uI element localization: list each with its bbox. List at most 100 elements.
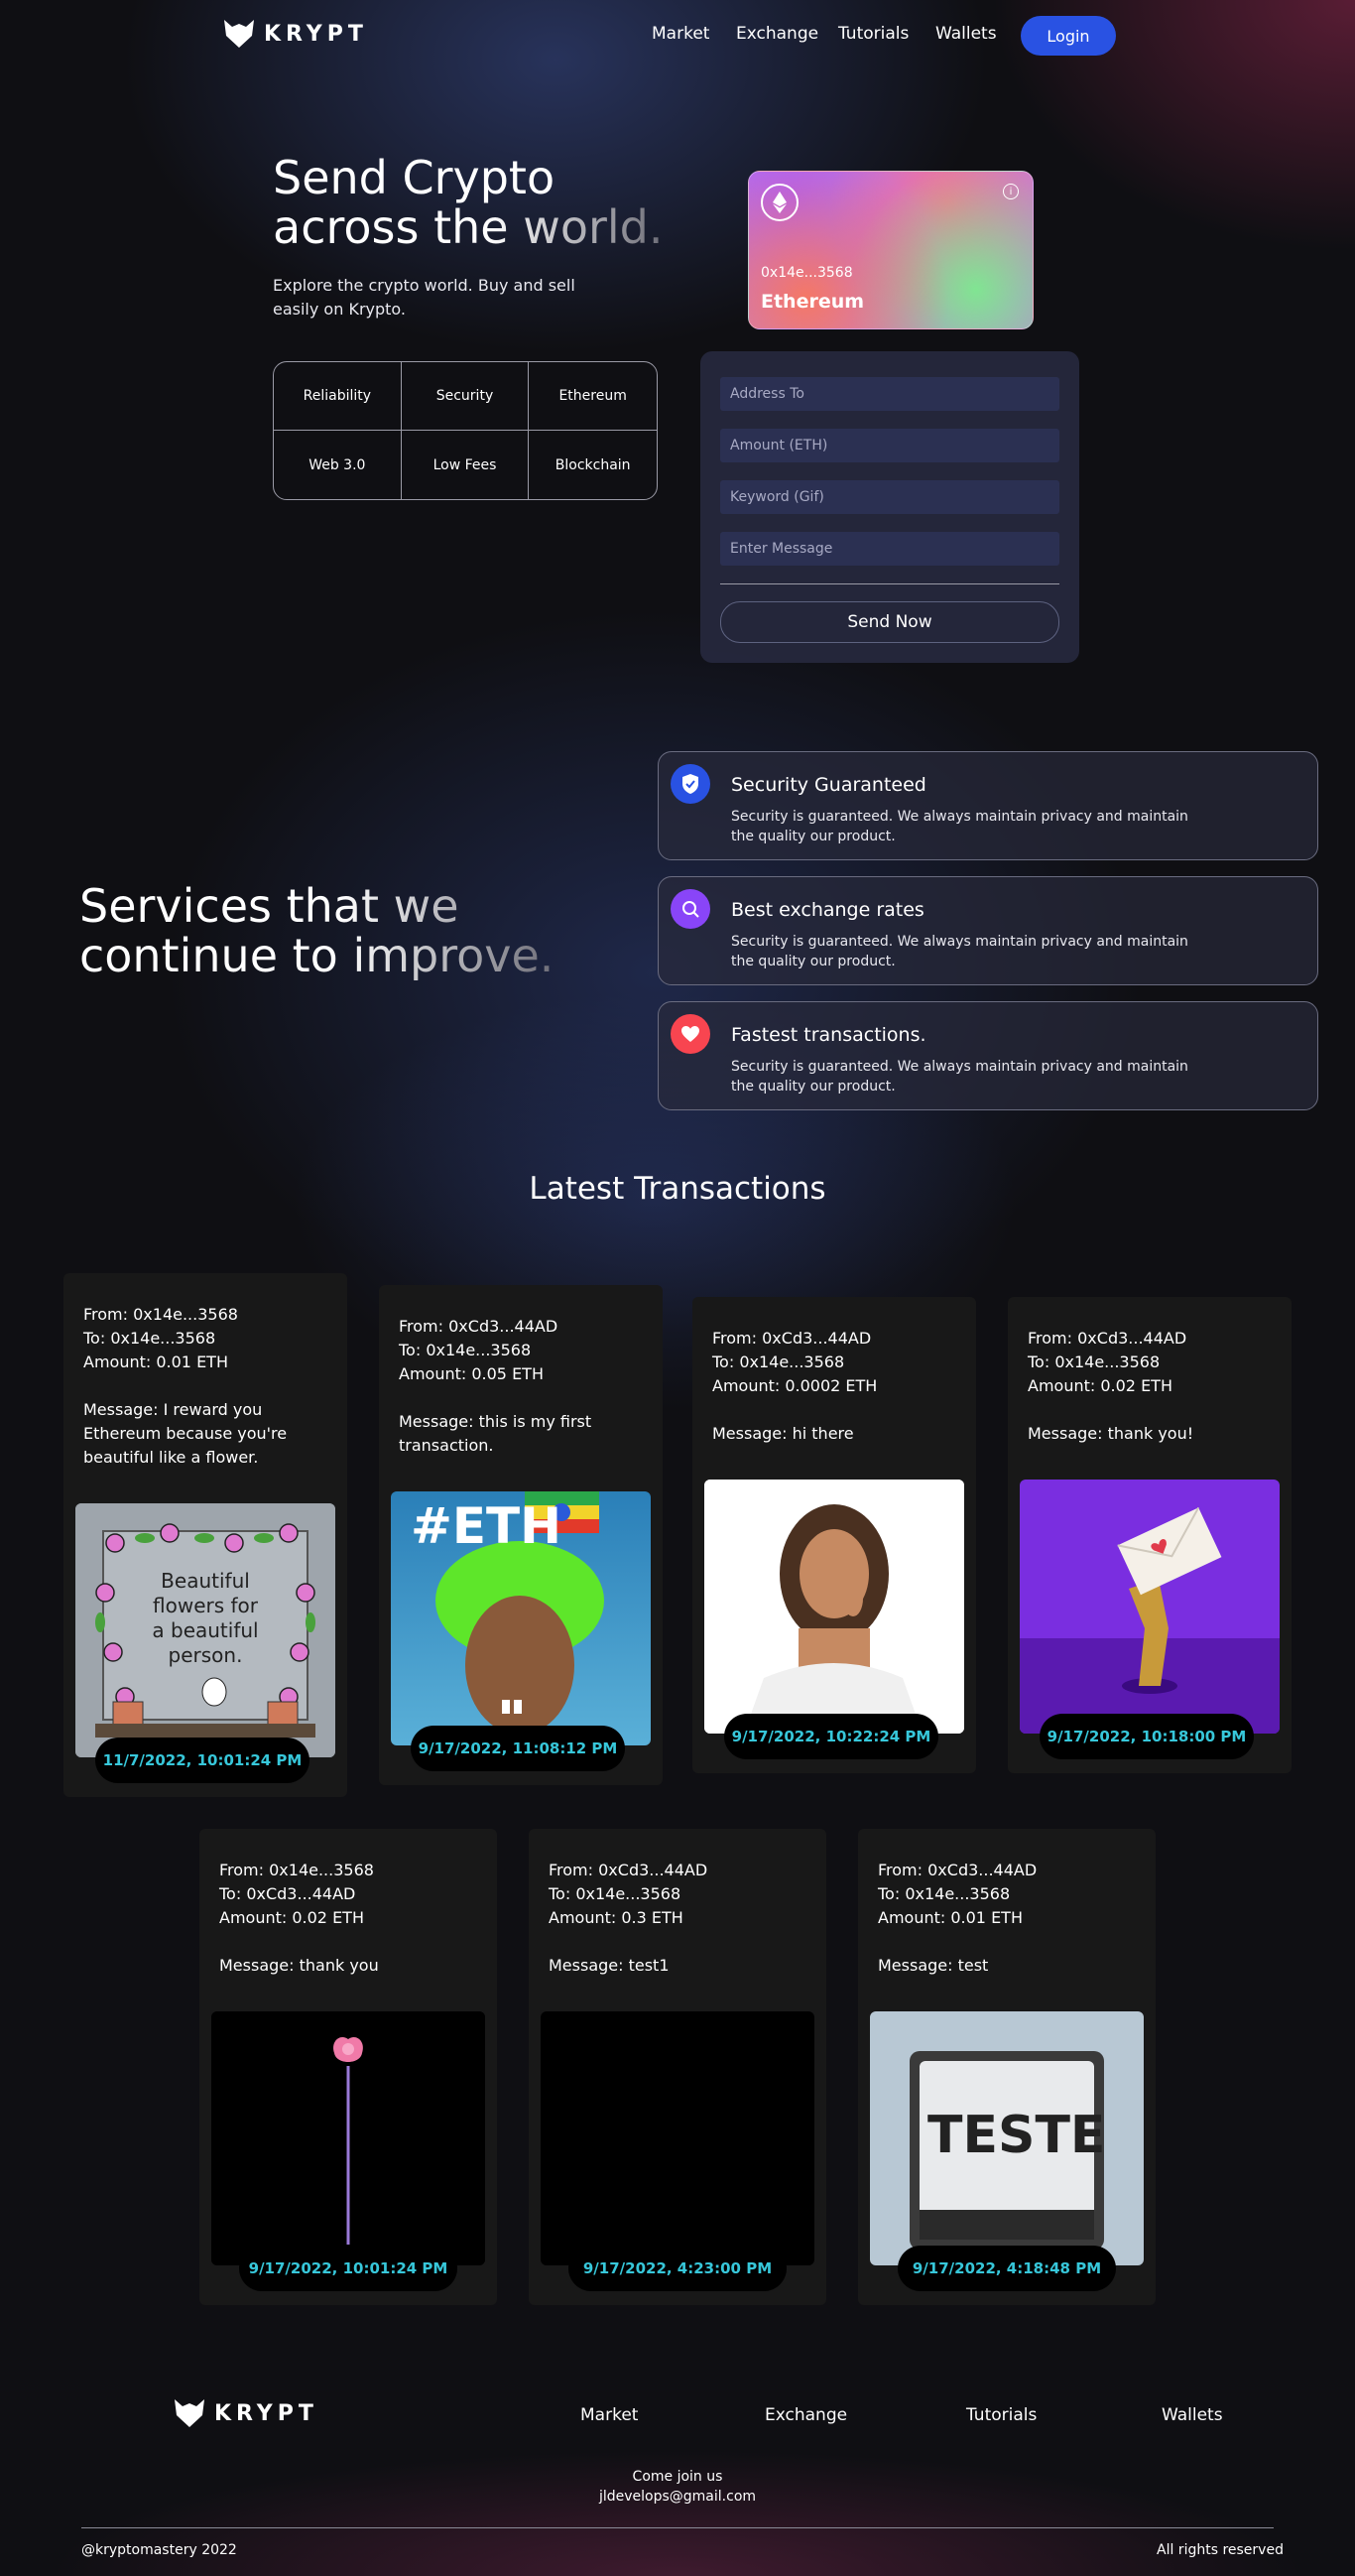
tx-message: Message: this is my first transaction. [399,1412,592,1455]
tx-message: Message: test1 [549,1956,670,1975]
transaction-timestamp: 9/17/2022, 4:18:48 PM [898,2246,1116,2291]
hero-subtitle-line2: easily on Krypto. [273,300,407,319]
transaction-details: From: 0xCd3...44AD To: 0x14e...3568 Amou… [549,1859,806,1978]
tx-to: To: 0x14e...3568 [549,1884,681,1903]
info-icon[interactable]: i [1003,184,1019,199]
send-form-panel: Send Now [700,351,1079,663]
logo[interactable]: KRYPT [222,18,368,50]
transaction-card: From: 0xCd3...44AD To: 0x14e...3568 Amou… [529,1829,826,2305]
tx-amount: Amount: 0.0002 ETH [712,1376,878,1395]
service-text-line2: the quality our product. [731,829,896,844]
feature-security: Security [401,362,530,431]
keyword-input[interactable] [720,480,1059,514]
search-icon [671,889,710,929]
service-text-line2: the quality our product. [731,1079,896,1095]
service-title: Best exchange rates [731,899,924,921]
login-button[interactable]: Login [1021,16,1116,56]
tx-from: From: 0x14e...3568 [219,1861,374,1879]
transaction-details: From: 0xCd3...44AD To: 0x14e...3568 Amou… [1028,1327,1276,1446]
service-text-line1: Security is guaranteed. We always mainta… [731,809,1188,825]
transaction-details: From: 0xCd3...44AD To: 0x14e...3568 Amou… [878,1859,1136,1978]
feature-low-fees: Low Fees [402,431,530,499]
tx-message: Message: thank you [219,1956,379,1975]
transaction-timestamp: 9/17/2022, 10:18:00 PM [1040,1714,1254,1759]
tx-to: To: 0x14e...3568 [399,1341,532,1359]
flowers-text-4: person. [169,1643,243,1667]
service-card-exchange: Best exchange rates Security is guarante… [658,876,1318,985]
message-input[interactable] [720,532,1059,566]
service-title: Fastest transactions. [731,1024,926,1046]
transaction-gif: Beautiful flowers for a beautiful person… [75,1503,335,1757]
transaction-timestamp: 9/17/2022, 4:23:00 PM [568,2246,787,2291]
hero-title-line1: Send Crypto [273,151,555,204]
feature-blockchain: Blockchain [554,456,631,473]
footer-tutorials-link[interactable]: Tutorials [966,2405,1037,2425]
tx-amount: Amount: 0.02 ETH [219,1908,364,1927]
footer-brand-name: KRYPT [214,2400,318,2426]
footer-handle: @kryptomastery 2022 [81,2542,237,2558]
tx-amount: Amount: 0.05 ETH [399,1364,544,1383]
address-input[interactable] [720,377,1059,411]
hero-title-line2: across the world. [273,200,664,254]
ethereum-icon [761,184,799,221]
tx-to: To: 0x14e...3568 [712,1352,845,1371]
tx-from: From: 0x14e...3568 [83,1305,238,1324]
nav-wallets-link[interactable]: Wallets [935,24,997,44]
nav-tutorials-link[interactable]: Tutorials [838,24,909,44]
card-address: 0x14e...3568 [761,265,853,281]
brand-name: KRYPT [264,21,368,47]
service-text: Security is guaranteed. We always mainta… [731,932,1188,971]
footer-email[interactable]: jldevelops@gmail.com [0,2489,1355,2505]
tx-from: From: 0xCd3...44AD [878,1861,1038,1879]
flowers-image: Beautiful flowers for a beautiful person… [75,1503,335,1757]
tx-from: From: 0xCd3...44AD [399,1317,558,1336]
flowers-text-3: a beautiful [152,1618,258,1642]
eth-meme-text: #ETH [411,1497,561,1555]
service-text-line1: Security is guaranteed. We always mainta… [731,934,1188,950]
tx-from: From: 0xCd3...44AD [1028,1329,1187,1348]
tx-amount: Amount: 0.01 ETH [878,1908,1023,1927]
tx-to: To: 0x14e...3568 [1028,1352,1161,1371]
send-now-button[interactable]: Send Now [720,601,1059,643]
transaction-gif [704,1480,964,1734]
tx-to: To: 0x14e...3568 [83,1329,216,1348]
nav-exchange-link[interactable]: Exchange [736,24,818,44]
tx-from: From: 0xCd3...44AD [549,1861,708,1879]
transaction-timestamp: 9/17/2022, 10:01:24 PM [239,2246,457,2291]
transaction-card: From: 0x14e...3568 To: 0xCd3...44AD Amou… [199,1829,497,2305]
tx-to: To: 0xCd3...44AD [219,1884,356,1903]
ethereum-card: i 0x14e...3568 Ethereum [748,171,1034,329]
krypt-logo-icon [175,2399,204,2427]
hero-subtitle-line1: Explore the crypto world. Buy and sell [273,276,575,295]
card-network: Ethereum [761,291,865,313]
hero-title: Send Crypto across the world. [273,153,663,252]
feature-reliability: Reliability [274,362,402,431]
transaction-timestamp: 9/17/2022, 10:22:24 PM [724,1714,938,1759]
transaction-gif [1020,1480,1280,1734]
transactions-heading: Latest Transactions [529,1171,826,1207]
form-divider [720,583,1059,584]
footer-logo[interactable]: KRYPT [173,2397,318,2429]
tx-amount: Amount: 0.02 ETH [1028,1376,1172,1395]
transaction-gif [211,2011,485,2265]
woman-gif-image [704,1480,964,1734]
transaction-details: From: 0xCd3...44AD To: 0x14e...3568 Amou… [712,1327,960,1446]
footer-wallets-link[interactable]: Wallets [1162,2405,1223,2425]
service-text-line1: Security is guaranteed. We always mainta… [731,1059,1188,1075]
flowers-text-1: Beautiful [161,1569,250,1593]
tx-message: Message: thank you! [1028,1424,1194,1443]
heart-icon [671,1014,710,1054]
feature-web3: Web 3.0 [274,431,402,499]
shield-icon [671,764,710,804]
footer-market-link[interactable]: Market [580,2405,638,2425]
hand-letter-image [1020,1480,1280,1734]
amount-input[interactable] [720,429,1059,462]
nav-market-link[interactable]: Market [652,24,709,44]
eth-meme-image: #ETH [391,1491,651,1745]
tx-message: Message: I reward you Ethereum because y… [83,1400,288,1467]
footer-join-text: Come join us [632,2469,723,2485]
service-text: Security is guaranteed. We always mainta… [731,807,1188,846]
footer-exchange-link[interactable]: Exchange [765,2405,847,2425]
transaction-timestamp: 11/7/2022, 10:01:24 PM [95,1738,309,1783]
features-grid: Reliability Security Ethereum Web 3.0 Lo… [273,361,658,500]
